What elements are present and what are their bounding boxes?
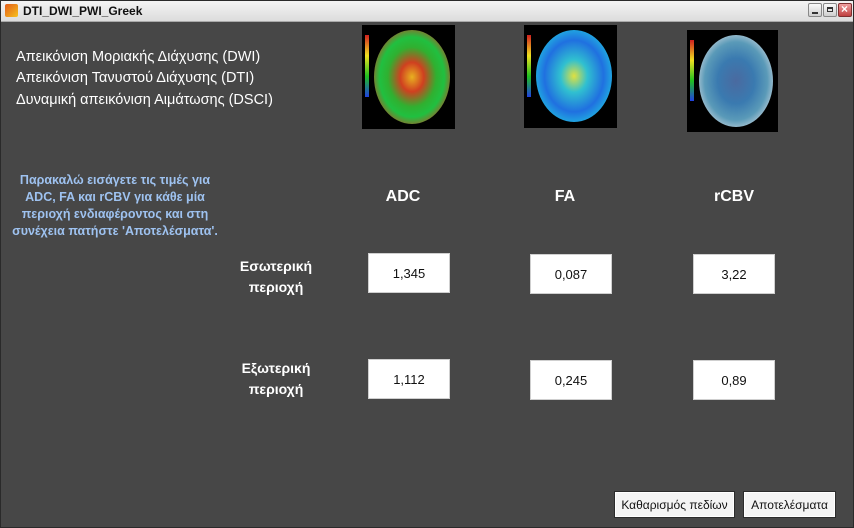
outer-rcbv-field[interactable]: 0,89	[693, 360, 775, 400]
color-scale-bar	[527, 35, 531, 97]
inner-rcbv-field[interactable]: 3,22	[693, 254, 775, 294]
row-label-outer: Εξωτερική περιοχή	[221, 358, 331, 400]
color-scale-bar	[365, 35, 369, 98]
results-button[interactable]: Αποτελέσματα	[743, 491, 836, 518]
row-label-inner: Εσωτερική περιοχή	[221, 256, 331, 298]
instructions-text: Παρακαλώ εισάγετε τις τιμές για ADC, FA …	[12, 173, 218, 238]
row-label-line1: Εσωτερική	[239, 258, 313, 274]
row-label-line1: Εξωτερική	[241, 360, 311, 376]
brain-shape	[374, 30, 450, 124]
heading-dsci: Δυναμική απεικόνιση Αιμάτωσης (DSCI)	[16, 92, 273, 108]
color-scale-bar	[690, 40, 694, 102]
app-window: DTI_DWI_PWI_Greek Απεικόνιση Μοριακής Δι…	[0, 0, 854, 528]
dwi-brain-image	[362, 25, 455, 129]
heading-dwi: Απεικόνιση Μοριακής Διάχυσης (DWI)	[16, 49, 261, 65]
column-header-fa: FA	[554, 188, 576, 205]
brain-shape	[536, 30, 612, 122]
window-title: DTI_DWI_PWI_Greek	[23, 4, 143, 18]
maximize-icon[interactable]	[823, 3, 837, 17]
outer-adc-field[interactable]: 1,112	[368, 359, 450, 399]
row-label-line2: περιοχή	[248, 381, 304, 397]
inner-fa-field[interactable]: 0,087	[530, 254, 612, 294]
dsci-brain-image	[687, 30, 778, 132]
minimize-icon[interactable]	[808, 3, 822, 17]
dti-brain-image	[524, 25, 617, 128]
close-icon[interactable]	[838, 2, 852, 17]
column-header-adc: ADC	[385, 188, 421, 205]
matlab-app-icon	[5, 4, 18, 17]
clear-fields-button[interactable]: Καθαρισμός πεδίων	[614, 491, 735, 518]
inner-adc-field[interactable]: 1,345	[368, 253, 450, 293]
column-header-rcbv: rCBV	[713, 188, 754, 205]
outer-fa-field[interactable]: 0,245	[530, 360, 612, 400]
row-label-line2: περιοχή	[248, 279, 304, 295]
title-bar[interactable]: DTI_DWI_PWI_Greek	[1, 1, 853, 22]
heading-dti: Απεικόνιση Τανυστού Διάχυσης (DTI)	[16, 70, 255, 86]
brain-shape	[699, 35, 773, 127]
